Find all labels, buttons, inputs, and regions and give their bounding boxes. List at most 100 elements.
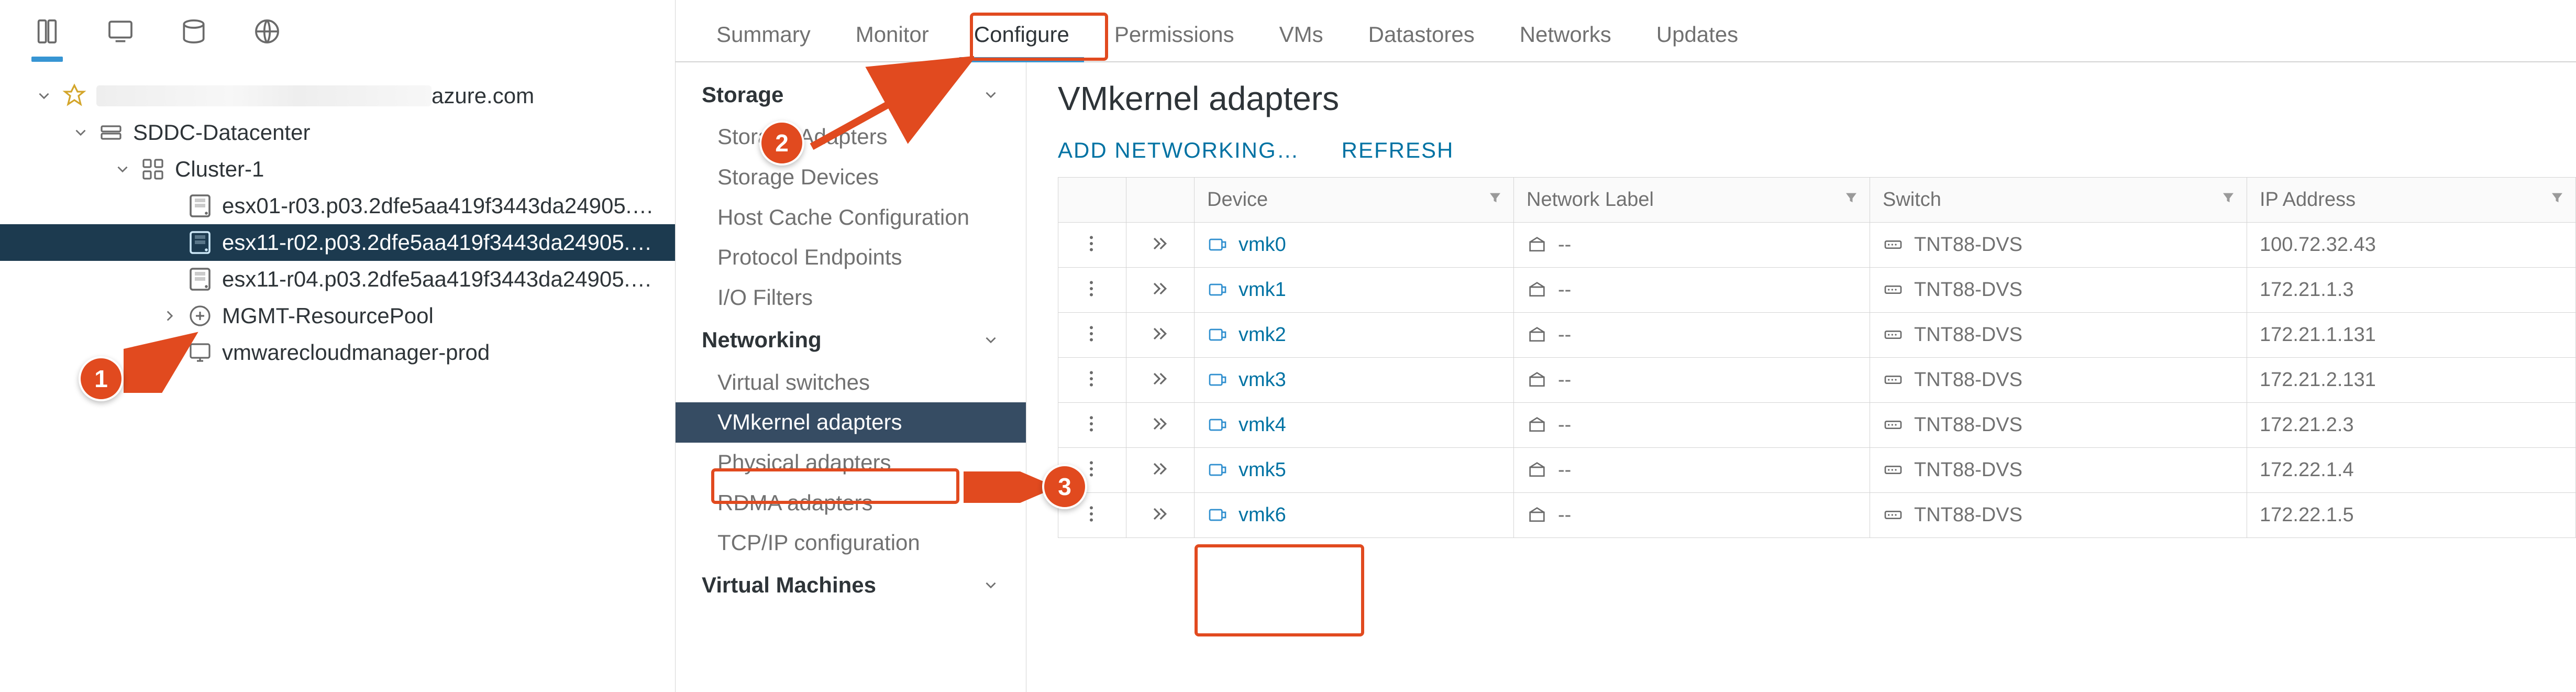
chevron-down-icon xyxy=(982,331,1000,349)
col-ip[interactable]: IP Address xyxy=(2247,177,2576,222)
cell-device[interactable]: vmk3 xyxy=(1195,357,1514,402)
table-row[interactable]: vmk3--TNT88-DVS172.21.2.131 xyxy=(1058,357,2576,402)
row-expand-cell[interactable] xyxy=(1126,222,1195,267)
config-item-host-cache[interactable]: Host Cache Configuration xyxy=(676,197,1026,238)
expand-icon[interactable] xyxy=(1149,413,1172,436)
datastores-icon[interactable] xyxy=(178,16,209,47)
filter-icon[interactable] xyxy=(2220,186,2236,213)
cell-ip: 172.22.1.4 xyxy=(2247,447,2576,492)
vmknic-icon xyxy=(1207,369,1230,392)
col-device[interactable]: Device xyxy=(1195,177,1514,222)
row-expand-cell[interactable] xyxy=(1126,402,1195,447)
config-item-protocol-endpoints[interactable]: Protocol Endpoints xyxy=(676,237,1026,278)
cell-network-label: -- xyxy=(1514,447,1870,492)
refresh-link[interactable]: REFRESH xyxy=(1342,136,1454,166)
filter-icon[interactable] xyxy=(1843,186,1859,213)
tree-node-host[interactable]: esx01-r03.p03.2dfe5aa419f3443da24905.wes… xyxy=(0,188,675,224)
chevron-down-icon[interactable] xyxy=(110,157,135,182)
tree-node-cluster[interactable]: Cluster-1 xyxy=(0,151,675,188)
tree-node-vcenter[interactable]: azure.com xyxy=(0,78,675,114)
tab-permissions[interactable]: Permissions xyxy=(1100,10,1249,61)
cell-device[interactable]: vmk5 xyxy=(1195,447,1514,492)
kebab-icon[interactable] xyxy=(1081,233,1104,256)
filter-icon[interactable] xyxy=(1487,186,1503,213)
add-networking-link[interactable]: ADD NETWORKING… xyxy=(1058,136,1300,166)
tab-datastores[interactable]: Datastores xyxy=(1354,10,1489,61)
device-name: vmk1 xyxy=(1239,279,1286,301)
vms-templates-icon[interactable] xyxy=(105,16,136,47)
config-group-virtual-machines[interactable]: Virtual Machines xyxy=(676,563,1026,608)
cell-device[interactable]: vmk2 xyxy=(1195,312,1514,357)
switch-icon xyxy=(1883,234,1906,257)
expand-icon[interactable] xyxy=(1149,458,1172,481)
tree-node-host[interactable]: esx11-r04.p03.2dfe5aa419f3443da24905.wes… xyxy=(0,261,675,298)
chevron-down-icon[interactable] xyxy=(68,120,93,145)
config-item-storage-devices[interactable]: Storage Devices xyxy=(676,157,1026,197)
table-row[interactable]: vmk5--TNT88-DVS172.22.1.4 xyxy=(1058,447,2576,492)
row-expand-cell[interactable] xyxy=(1126,357,1195,402)
expand-icon[interactable] xyxy=(1149,233,1172,256)
row-actions-cell xyxy=(1058,267,1126,312)
expand-icon[interactable] xyxy=(1149,368,1172,391)
cell-network-label: -- xyxy=(1514,312,1870,357)
tree-node-datacenter[interactable]: SDDC-Datacenter xyxy=(0,114,675,151)
tab-label: Datastores xyxy=(1368,22,1475,47)
expand-icon[interactable] xyxy=(1149,323,1172,346)
cell-device[interactable]: vmk4 xyxy=(1195,402,1514,447)
hosts-clusters-icon[interactable] xyxy=(31,16,63,47)
cell-network-label: -- xyxy=(1514,492,1870,537)
config-item-virtual-switches[interactable]: Virtual switches xyxy=(676,363,1026,403)
chevron-down-icon[interactable] xyxy=(31,83,57,108)
portgroup-icon xyxy=(1527,504,1550,528)
kebab-icon[interactable] xyxy=(1081,278,1104,301)
tree-node-host-selected[interactable]: esx11-r02.p03.2dfe5aa419f3443da24905.wes… xyxy=(0,224,675,261)
tree-label: SDDC-Datacenter xyxy=(133,118,310,148)
row-expand-cell[interactable] xyxy=(1126,447,1195,492)
kebab-icon[interactable] xyxy=(1081,368,1104,391)
networks-icon[interactable] xyxy=(251,16,283,47)
table-row[interactable]: vmk6--TNT88-DVS172.22.1.5 xyxy=(1058,492,2576,537)
switch-icon xyxy=(1883,324,1906,347)
chevron-right-icon[interactable] xyxy=(157,303,182,328)
table-row[interactable]: vmk1--TNT88-DVS172.21.1.3 xyxy=(1058,267,2576,312)
row-expand-cell[interactable] xyxy=(1126,267,1195,312)
expand-icon[interactable] xyxy=(1149,278,1172,301)
cell-device[interactable]: vmk6 xyxy=(1195,492,1514,537)
config-item-io-filters[interactable]: I/O Filters xyxy=(676,278,1026,318)
device-name: vmk6 xyxy=(1239,504,1286,526)
cell-ip: 172.21.1.3 xyxy=(2247,267,2576,312)
cell-ip: 100.72.32.43 xyxy=(2247,222,2576,267)
col-network-label[interactable]: Network Label xyxy=(1514,177,1870,222)
config-group-networking[interactable]: Networking xyxy=(676,318,1026,363)
kebab-icon[interactable] xyxy=(1081,413,1104,436)
kebab-icon[interactable] xyxy=(1081,323,1104,346)
col-actions xyxy=(1058,177,1126,222)
switch-icon xyxy=(1883,369,1906,392)
table-row[interactable]: vmk2--TNT88-DVS172.21.1.131 xyxy=(1058,312,2576,357)
filter-icon[interactable] xyxy=(2549,186,2565,213)
vcenter-domain-suffix: azure.com xyxy=(432,81,534,111)
config-item-tcpip-config[interactable]: TCP/IP configuration xyxy=(676,523,1026,563)
cell-device[interactable]: vmk1 xyxy=(1195,267,1514,312)
vmknic-icon xyxy=(1207,504,1230,528)
row-expand-cell[interactable] xyxy=(1126,492,1195,537)
vmknic-icon xyxy=(1207,414,1230,437)
tab-configure[interactable]: Configure xyxy=(959,10,1084,61)
tab-vms[interactable]: VMs xyxy=(1265,10,1338,61)
cell-switch: TNT88-DVS xyxy=(1870,312,2247,357)
scope-active-indicator xyxy=(31,57,63,62)
kebab-icon[interactable] xyxy=(1081,503,1104,526)
th-label: Network Label xyxy=(1527,189,1654,211)
tab-networks[interactable]: Networks xyxy=(1505,10,1626,61)
tree-node-resource-pool[interactable]: MGMT-ResourcePool xyxy=(0,298,675,334)
cell-ip: 172.22.1.5 xyxy=(2247,492,2576,537)
expand-icon[interactable] xyxy=(1149,503,1172,526)
cell-device[interactable]: vmk0 xyxy=(1195,222,1514,267)
vmkernel-table: Device Network Label Switch IP Address v… xyxy=(1058,177,2576,538)
table-row[interactable]: vmk0--TNT88-DVS100.72.32.43 xyxy=(1058,222,2576,267)
table-row[interactable]: vmk4--TNT88-DVS172.21.2.3 xyxy=(1058,402,2576,447)
config-item-vmkernel-adapters[interactable]: VMkernel adapters xyxy=(676,402,1026,443)
tab-updates[interactable]: Updates xyxy=(1642,10,1753,61)
col-switch[interactable]: Switch xyxy=(1870,177,2247,222)
row-expand-cell[interactable] xyxy=(1126,312,1195,357)
